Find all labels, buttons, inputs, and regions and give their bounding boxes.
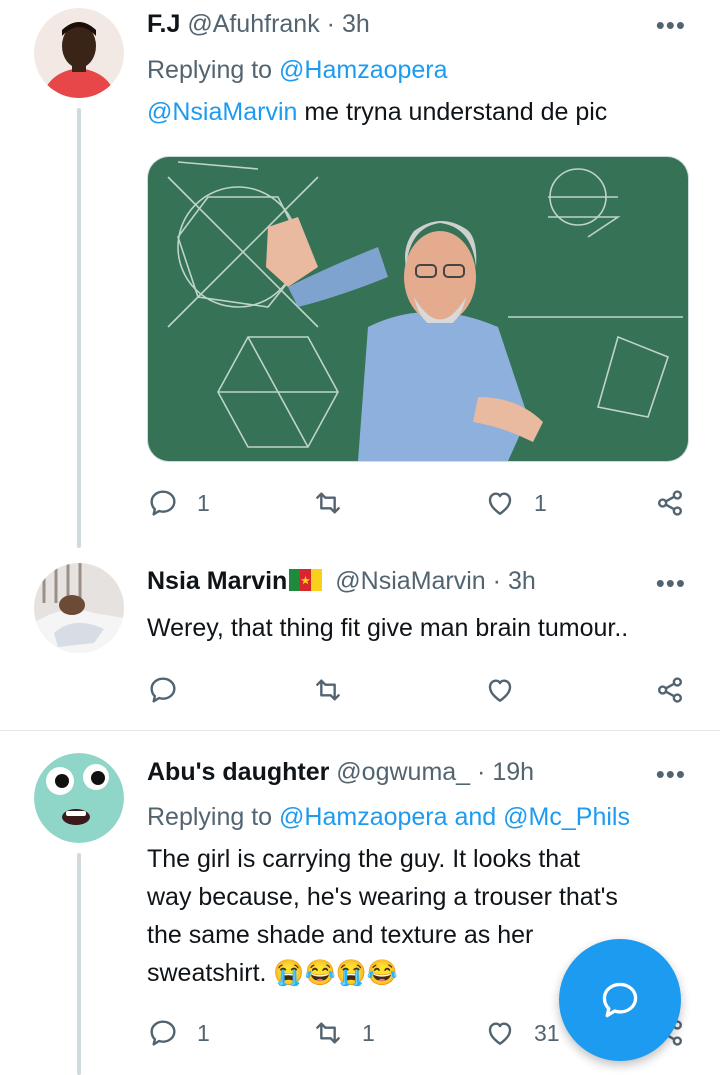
reply-icon [150, 1020, 176, 1046]
retweet-icon [316, 492, 340, 514]
author-name[interactable]: F.J [147, 10, 180, 38]
tweet-header: F.J @Afuhfrank · 3h [147, 10, 650, 39]
author-handle[interactable]: @ogwuma_ [336, 758, 470, 786]
retweet-count: 1 [362, 1019, 375, 1046]
tweet-actions [147, 672, 692, 708]
tweet-header: Abu's daughter @ogwuma_ · 19h [147, 758, 650, 787]
more-options-icon[interactable]: ••• [656, 761, 686, 787]
tweet-fj[interactable]: F.J @Afuhfrank · 3h ••• Replying to @Ham… [0, 0, 720, 548]
share-icon [658, 677, 682, 703]
professor-chalkboard-image [148, 157, 688, 461]
separator-dot: · [492, 567, 501, 595]
separator-dot: · [477, 758, 486, 786]
replying-to-link[interactable]: @Hamzaopera [279, 803, 448, 831]
replying-to: Replying to @Hamzaopera [147, 56, 448, 85]
heart-icon [488, 492, 512, 515]
avatar-nsia-marvin[interactable] [34, 563, 124, 653]
retweet-icon [316, 679, 340, 701]
like-button[interactable]: 31 [484, 1015, 560, 1051]
compose-button[interactable] [559, 939, 681, 1061]
timestamp[interactable]: 3h [508, 567, 536, 595]
tweet-text-content: me tryna understand de pic [297, 98, 608, 126]
tweet-text: Werey, that thing fit give man brain tum… [147, 614, 629, 642]
thread-line [77, 108, 81, 548]
tweet-media-image[interactable] [147, 156, 689, 462]
replying-prefix: Replying to [147, 56, 280, 84]
like-count: 1 [534, 489, 547, 516]
tweet-header: Nsia Marvin @NsiaMarvin · 3h [147, 567, 650, 596]
reply-button[interactable] [147, 672, 197, 708]
heart-icon [488, 679, 512, 702]
retweet-icon [316, 1022, 340, 1044]
reply-button[interactable]: 1 [147, 1015, 210, 1051]
avatar-fj[interactable] [34, 8, 124, 98]
timestamp[interactable]: 3h [342, 10, 370, 38]
replying-and: and [447, 803, 504, 831]
like-button[interactable]: 1 [484, 485, 547, 521]
cameroon-flag-icon [289, 569, 323, 591]
reply-icon [150, 677, 176, 703]
avatar-abus-daughter[interactable] [34, 753, 124, 843]
retweet-button[interactable]: 1 [312, 1015, 375, 1051]
replying-to-link[interactable]: @Mc_Phils [503, 803, 630, 831]
retweet-button[interactable] [312, 485, 362, 521]
share-button[interactable] [654, 672, 686, 708]
replying-to: Replying to @Hamzaopera and @Mc_Phils [147, 803, 630, 832]
replying-to-link[interactable]: @Hamzaopera [279, 56, 448, 84]
mention-link[interactable]: @NsiaMarvin [147, 98, 297, 126]
reply-icon [150, 490, 176, 516]
like-count: 31 [534, 1019, 560, 1046]
reply-button[interactable]: 1 [147, 485, 210, 521]
reply-count: 1 [197, 1019, 210, 1046]
more-options-icon[interactable]: ••• [656, 570, 686, 596]
heart-icon [488, 1022, 512, 1045]
share-button[interactable] [654, 485, 686, 521]
more-options-icon[interactable]: ••• [656, 12, 686, 38]
retweet-button[interactable] [312, 672, 362, 708]
separator-dot: · [326, 10, 335, 38]
author-name[interactable]: Nsia Marvin [147, 567, 287, 595]
tweet-text-line: way because, he's wearing a trouser that… [147, 883, 618, 911]
tweet-actions: 1 1 [147, 485, 692, 521]
compose-reply-icon [602, 982, 638, 1018]
tweet-nsia-marvin[interactable]: Nsia Marvin @NsiaMarvin · 3h ••• Werey, … [0, 545, 720, 730]
tweet-text: @NsiaMarvin me tryna understand de pic [147, 93, 687, 131]
thread-line [77, 853, 81, 1075]
author-handle[interactable]: @Afuhfrank [187, 10, 319, 38]
share-icon [658, 490, 682, 516]
author-name[interactable]: Abu's daughter [147, 758, 329, 786]
timestamp[interactable]: 19h [492, 758, 534, 786]
reply-count: 1 [197, 489, 210, 516]
tweet-text-line: The girl is carrying the guy. It looks t… [147, 845, 581, 873]
replying-prefix: Replying to [147, 803, 280, 831]
like-button[interactable] [484, 672, 534, 708]
author-handle[interactable]: @NsiaMarvin [335, 567, 485, 595]
